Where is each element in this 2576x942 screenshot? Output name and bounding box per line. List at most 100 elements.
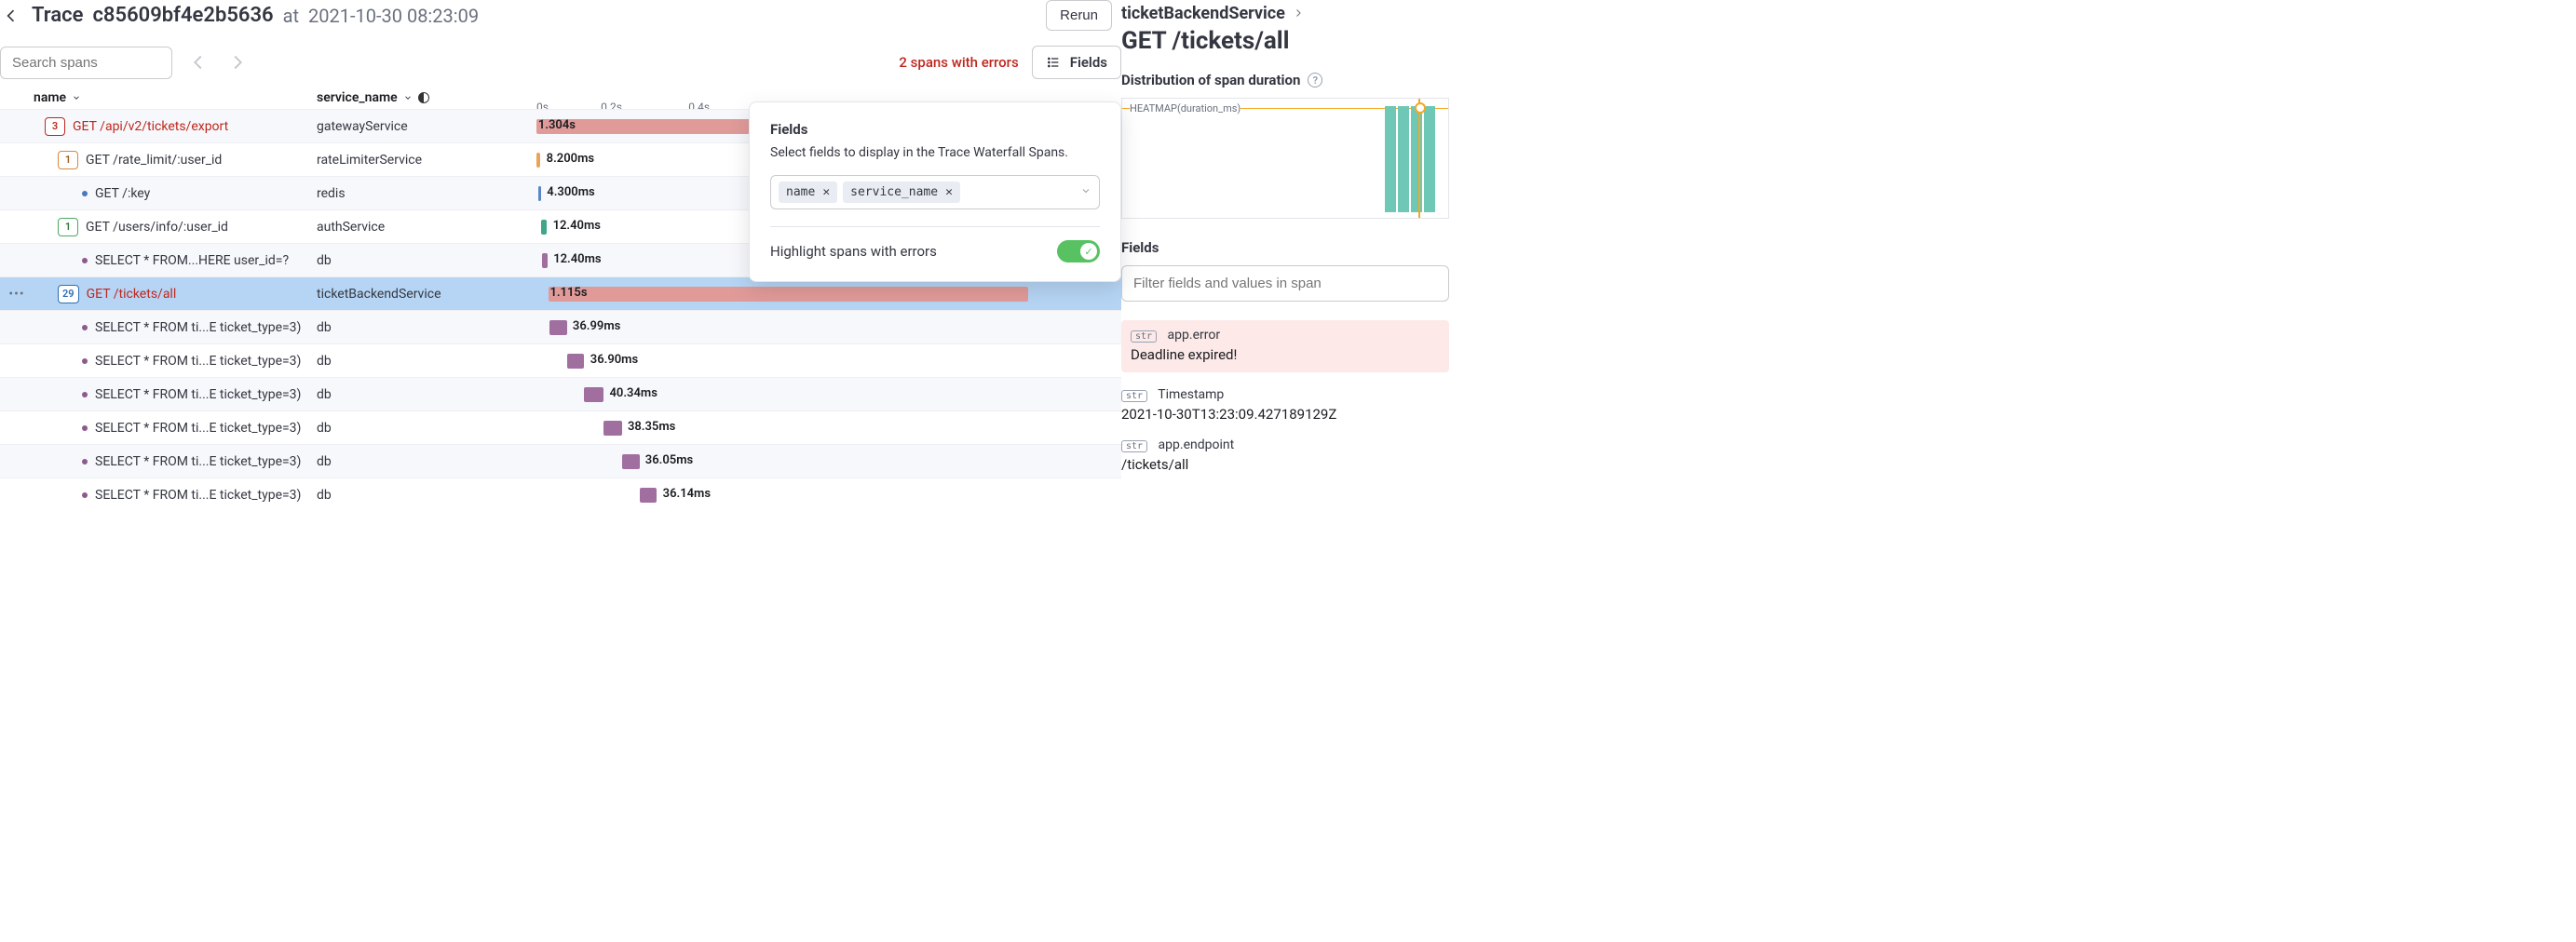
trace-timestamp: 2021-10-30 08:23:09 (308, 5, 479, 27)
span-name: SELECT * FROM...HERE user_id=? (95, 253, 289, 268)
span-bar[interactable] (603, 421, 621, 436)
span-service: db (317, 320, 536, 335)
span-row[interactable]: ••• SELECT * FROM ti...E ticket_type=3) … (0, 377, 1121, 410)
fields-popover-title: Fields (770, 121, 1100, 138)
field-item[interactable]: str Timestamp 2021-10-30T13:23:09.427189… (1121, 387, 1449, 423)
span-leaf-dot-icon (82, 392, 88, 397)
span-bar[interactable] (542, 253, 548, 268)
span-bar[interactable] (538, 186, 541, 201)
column-header-name[interactable]: name (34, 90, 317, 105)
highlight-errors-toggle[interactable]: ✓ (1057, 240, 1100, 262)
span-child-count-badge[interactable]: 29 (58, 285, 79, 303)
field-name: Timestamp (1158, 387, 1224, 402)
span-row[interactable]: ••• SELECT * FROM ti...E ticket_type=3) … (0, 343, 1121, 377)
span-name: SELECT * FROM ti...E ticket_type=3) (95, 421, 301, 436)
fields-popover-text: Select fields to display in the Trace Wa… (770, 145, 1100, 160)
span-service: redis (317, 186, 536, 201)
column-header-name-label: name (34, 90, 66, 105)
field-tag-label: service_name (850, 185, 938, 199)
span-name: GET /rate_limit/:user_id (86, 153, 222, 168)
span-leaf-dot-icon (82, 358, 88, 364)
fields-tag-input[interactable]: name ✕ service_name ✕ (770, 175, 1100, 209)
field-tag[interactable]: name ✕ (779, 182, 837, 203)
span-duration-label: 36.05ms (645, 453, 693, 467)
field-value: 2021-10-30T13:23:09.427189129Z (1121, 406, 1449, 423)
column-filter-icon[interactable] (418, 92, 429, 103)
chevron-down-icon[interactable] (1080, 185, 1091, 200)
span-child-count-badge[interactable]: 3 (45, 117, 65, 136)
span-service: db (317, 454, 536, 469)
span-service: db (317, 488, 536, 503)
fields-button[interactable]: Fields (1032, 46, 1121, 79)
span-row[interactable]: ••• SELECT * FROM ti...E ticket_type=3) … (0, 478, 1121, 511)
field-type-pill: str (1121, 390, 1147, 402)
span-row[interactable]: ••• SELECT * FROM ti...E ticket_type=3) … (0, 444, 1121, 478)
span-service: db (317, 421, 536, 436)
span-leaf-dot-icon (82, 492, 88, 498)
span-bar[interactable] (549, 320, 567, 335)
span-bar[interactable] (567, 354, 585, 369)
column-header-service-label: service_name (317, 90, 398, 105)
divider (770, 226, 1100, 227)
back-arrow-icon[interactable] (0, 5, 22, 27)
span-name: GET /tickets/all (87, 287, 177, 302)
span-name: GET /api/v2/tickets/export (73, 119, 228, 134)
rerun-button[interactable]: Rerun (1046, 0, 1112, 31)
span-name: SELECT * FROM ti...E ticket_type=3) (95, 387, 301, 402)
span-duration-label: 36.99ms (573, 319, 620, 333)
help-icon[interactable]: ? (1308, 73, 1322, 87)
toggle-knob-check-icon: ✓ (1080, 243, 1097, 260)
fields-button-label: Fields (1070, 54, 1107, 71)
span-bar[interactable] (584, 387, 603, 402)
span-bar[interactable] (640, 488, 658, 503)
field-item[interactable]: str app.endpoint /tickets/all (1121, 437, 1449, 473)
fields-popover: Fields Select fields to display in the T… (749, 101, 1121, 282)
sidebar-filter-input[interactable] (1121, 265, 1449, 302)
span-service: rateLimiterService (317, 153, 536, 168)
span-service: db (317, 387, 536, 402)
span-bar[interactable] (541, 220, 547, 235)
span-duration-label: 4.300ms (547, 185, 594, 199)
span-duration-label: 12.40ms (553, 219, 601, 233)
heatmap-label: HEATMAP(duration_ms) (1130, 102, 1241, 114)
span-child-count-badge[interactable]: 1 (58, 151, 78, 169)
field-tag-remove-icon[interactable]: ✕ (945, 185, 953, 199)
column-header-service[interactable]: service_name (317, 90, 536, 105)
span-duration-label: 1.115s (549, 286, 587, 300)
span-leaf-dot-icon (82, 325, 88, 330)
span-leaf-dot-icon (82, 191, 88, 196)
span-duration-label: 36.90ms (590, 353, 638, 367)
span-name: GET /users/info/:user_id (86, 220, 228, 235)
field-type-pill: str (1131, 330, 1157, 343)
span-duration-label: 36.14ms (663, 487, 711, 501)
field-tag-remove-icon[interactable]: ✕ (822, 185, 830, 199)
error-spans-link[interactable]: 2 spans with errors (899, 54, 1018, 71)
field-item[interactable]: str app.error Deadline expired! (1121, 320, 1449, 372)
field-type-pill: str (1121, 440, 1147, 452)
trace-title-prefix: Trace (32, 4, 83, 27)
row-menu-icon[interactable]: ••• (8, 287, 24, 302)
sort-caret-icon (72, 93, 81, 102)
span-row[interactable]: ••• SELECT * FROM ti...E ticket_type=3) … (0, 310, 1121, 343)
span-service: gatewayService (317, 119, 536, 134)
span-bar[interactable] (536, 153, 540, 168)
prev-span-button[interactable] (185, 49, 211, 75)
span-bar[interactable] (622, 454, 640, 469)
next-span-button[interactable] (224, 49, 251, 75)
field-tag-label: name (786, 185, 815, 199)
span-service: db (317, 253, 536, 268)
search-spans-input[interactable] (0, 47, 172, 79)
span-child-count-badge[interactable]: 1 (58, 218, 78, 236)
field-tag[interactable]: service_name ✕ (843, 182, 960, 203)
span-leaf-dot-icon (82, 459, 88, 464)
heatmap-marker-circle (1415, 102, 1426, 114)
chevron-right-icon[interactable] (1293, 4, 1304, 23)
duration-heatmap[interactable]: HEATMAP(duration_ms) (1121, 98, 1449, 219)
field-value: Deadline expired! (1131, 346, 1440, 363)
span-row[interactable]: ••• SELECT * FROM ti...E ticket_type=3) … (0, 410, 1121, 444)
span-bar[interactable] (549, 287, 1028, 302)
field-value: /tickets/all (1121, 456, 1449, 473)
span-duration-label: 1.304s (538, 118, 576, 132)
highlight-errors-label: Highlight spans with errors (770, 243, 937, 260)
span-duration-label: 12.40ms (553, 252, 601, 266)
